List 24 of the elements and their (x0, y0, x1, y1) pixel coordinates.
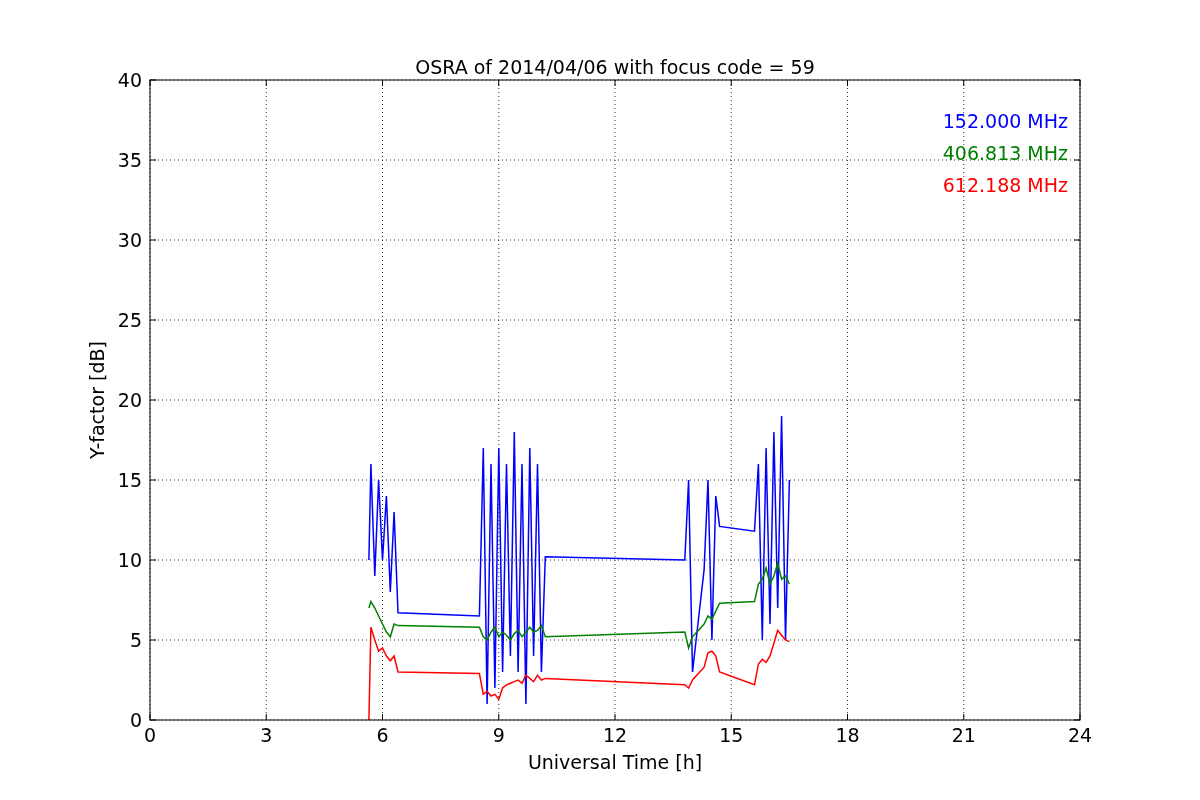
x-tick-label: 24 (1067, 724, 1093, 746)
x-tick-label: 0 (143, 724, 157, 746)
y-tick-label: 35 (117, 149, 142, 171)
y-tick-label: 10 (117, 549, 142, 571)
x-tick-label: 21 (951, 724, 976, 746)
y-tick-label: 30 (117, 229, 142, 251)
y-tick-label: 20 (117, 389, 142, 411)
x-tick-label: 3 (260, 724, 273, 746)
legend-label: 406.813 MHz (942, 142, 1068, 164)
y-tick-label: 0 (129, 709, 142, 731)
y-tick-label: 40 (117, 69, 142, 91)
chart-title: OSRA of 2014/04/06 with focus code = 59 (415, 56, 815, 78)
legend-label: 152.000 MHz (942, 110, 1068, 132)
x-tick-label: 15 (719, 724, 744, 746)
x-tick-label: 9 (492, 724, 505, 746)
x-tick-label: 18 (835, 724, 860, 746)
x-tick-label: 12 (602, 724, 628, 746)
x-axis-label: Universal Time [h] (527, 751, 703, 773)
x-tick-label: 6 (376, 724, 389, 746)
y-axis-label: Y-factor [dB] (86, 341, 108, 459)
y-tick-label: 15 (117, 469, 142, 491)
y-tick-label: 5 (129, 629, 142, 651)
legend-label: 612.188 MHz (942, 174, 1068, 196)
y-tick-label: 25 (117, 309, 142, 331)
